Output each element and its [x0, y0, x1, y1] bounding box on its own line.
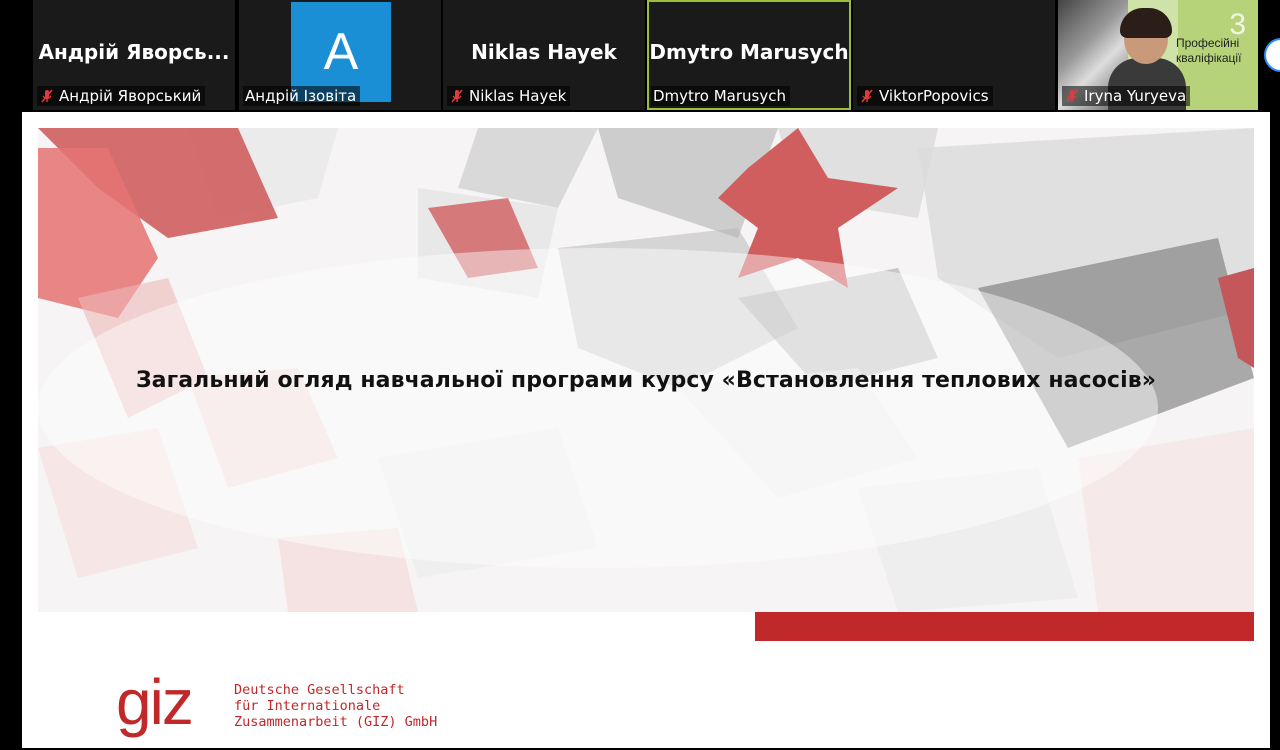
organization-name-line: Zusammenarbeit (GIZ) GmbH — [234, 714, 438, 730]
slide-title: Загальний огляд навчальної програми курс… — [135, 368, 1157, 393]
mic-muted-icon — [451, 89, 463, 103]
participant-label-text: Андрій Яворський — [59, 87, 202, 105]
organization-name-line: Deutsche Gesellschaft — [234, 682, 405, 698]
participant-display-name: Андрій Яворсь... — [38, 40, 230, 64]
participant-display-name: Niklas Hayek — [471, 40, 617, 64]
shared-screen-slide: Загальний огляд навчальної програми курс… — [22, 112, 1270, 748]
slide-accent-bar — [755, 612, 1254, 641]
participant-label-text: Niklas Hayek — [469, 87, 567, 105]
video-background-text: Професійні кваліфікації — [1176, 36, 1241, 66]
participant-label-text: Iryna Yuryeva — [1084, 87, 1187, 105]
participant-name-label: Niklas Hayek — [447, 86, 571, 106]
video-background-text-line: Професійні — [1176, 36, 1240, 50]
participant-tile-2[interactable]: A Андрій Ізовіта — [239, 0, 441, 110]
participant-name-label: Iryna Yuryeva — [1062, 86, 1191, 106]
organization-name-line: für Internationale — [234, 698, 381, 714]
participant-name-label: ViktorPopovics — [857, 86, 993, 106]
participant-tile-4[interactable]: Dmytro Marusych Dmytro Marusych — [647, 0, 851, 110]
participant-tile-6[interactable]: 3 Професійні кваліфікації Iryna Yuryeva — [1058, 0, 1258, 110]
video-background-text-line: кваліфікації — [1176, 51, 1242, 65]
participant-tile-3[interactable]: Niklas Hayek Niklas Hayek — [443, 0, 645, 110]
participant-name-label: Андрій Яворський — [37, 86, 206, 106]
giz-logo: giz — [116, 666, 194, 738]
participant-display-name: Dmytro Marusych — [649, 40, 849, 64]
participant-name-label: Dmytro Marusych — [651, 86, 790, 106]
slide-banner-image: Загальний огляд навчальної програми курс… — [38, 128, 1254, 612]
participant-name-label: Андрій Ізовіта — [243, 86, 361, 106]
participant-tile-5[interactable]: ViktorPopovics — [853, 0, 1055, 110]
organization-name: Deutsche Gesellschaft für Internationale… — [234, 682, 437, 730]
participant-tile-1[interactable]: Андрій Яворсь... Андрій Яворський — [33, 0, 235, 110]
mic-muted-icon — [861, 89, 873, 103]
participant-video-hair — [1120, 8, 1172, 38]
participant-label-text: Андрій Ізовіта — [245, 87, 357, 105]
mic-muted-icon — [41, 89, 53, 103]
participant-label-text: Dmytro Marusych — [653, 87, 786, 105]
gallery-next-button[interactable] — [1264, 38, 1280, 72]
participant-label-text: ViktorPopovics — [879, 87, 989, 105]
mic-muted-icon — [1066, 89, 1078, 103]
